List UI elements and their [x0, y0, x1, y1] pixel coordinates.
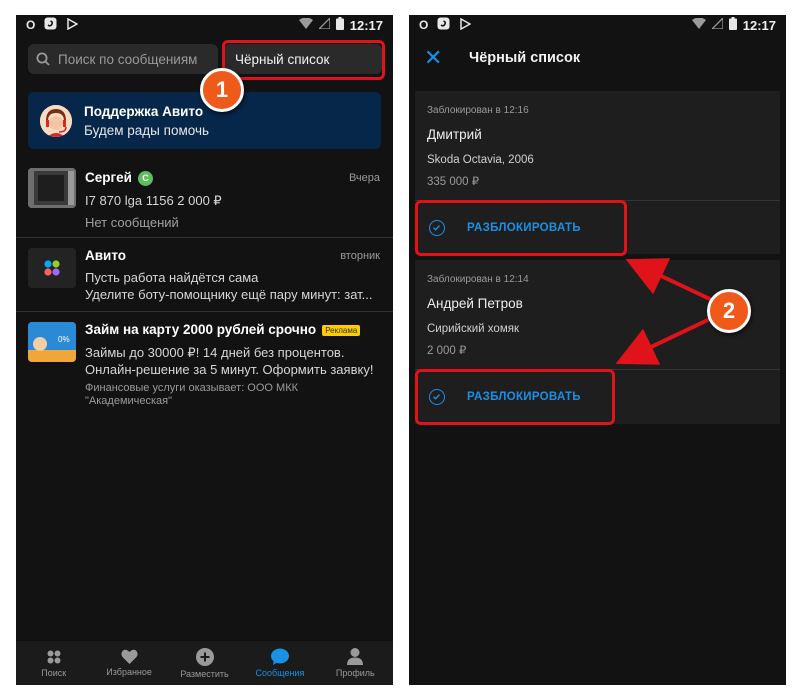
arrow-to-first-unblock: [625, 258, 713, 302]
step-2-marker: 2: [707, 289, 751, 333]
step-1-marker: 1: [200, 68, 244, 112]
annotation-arrows: [615, 258, 713, 365]
arrow-to-second-unblock: [615, 316, 713, 365]
